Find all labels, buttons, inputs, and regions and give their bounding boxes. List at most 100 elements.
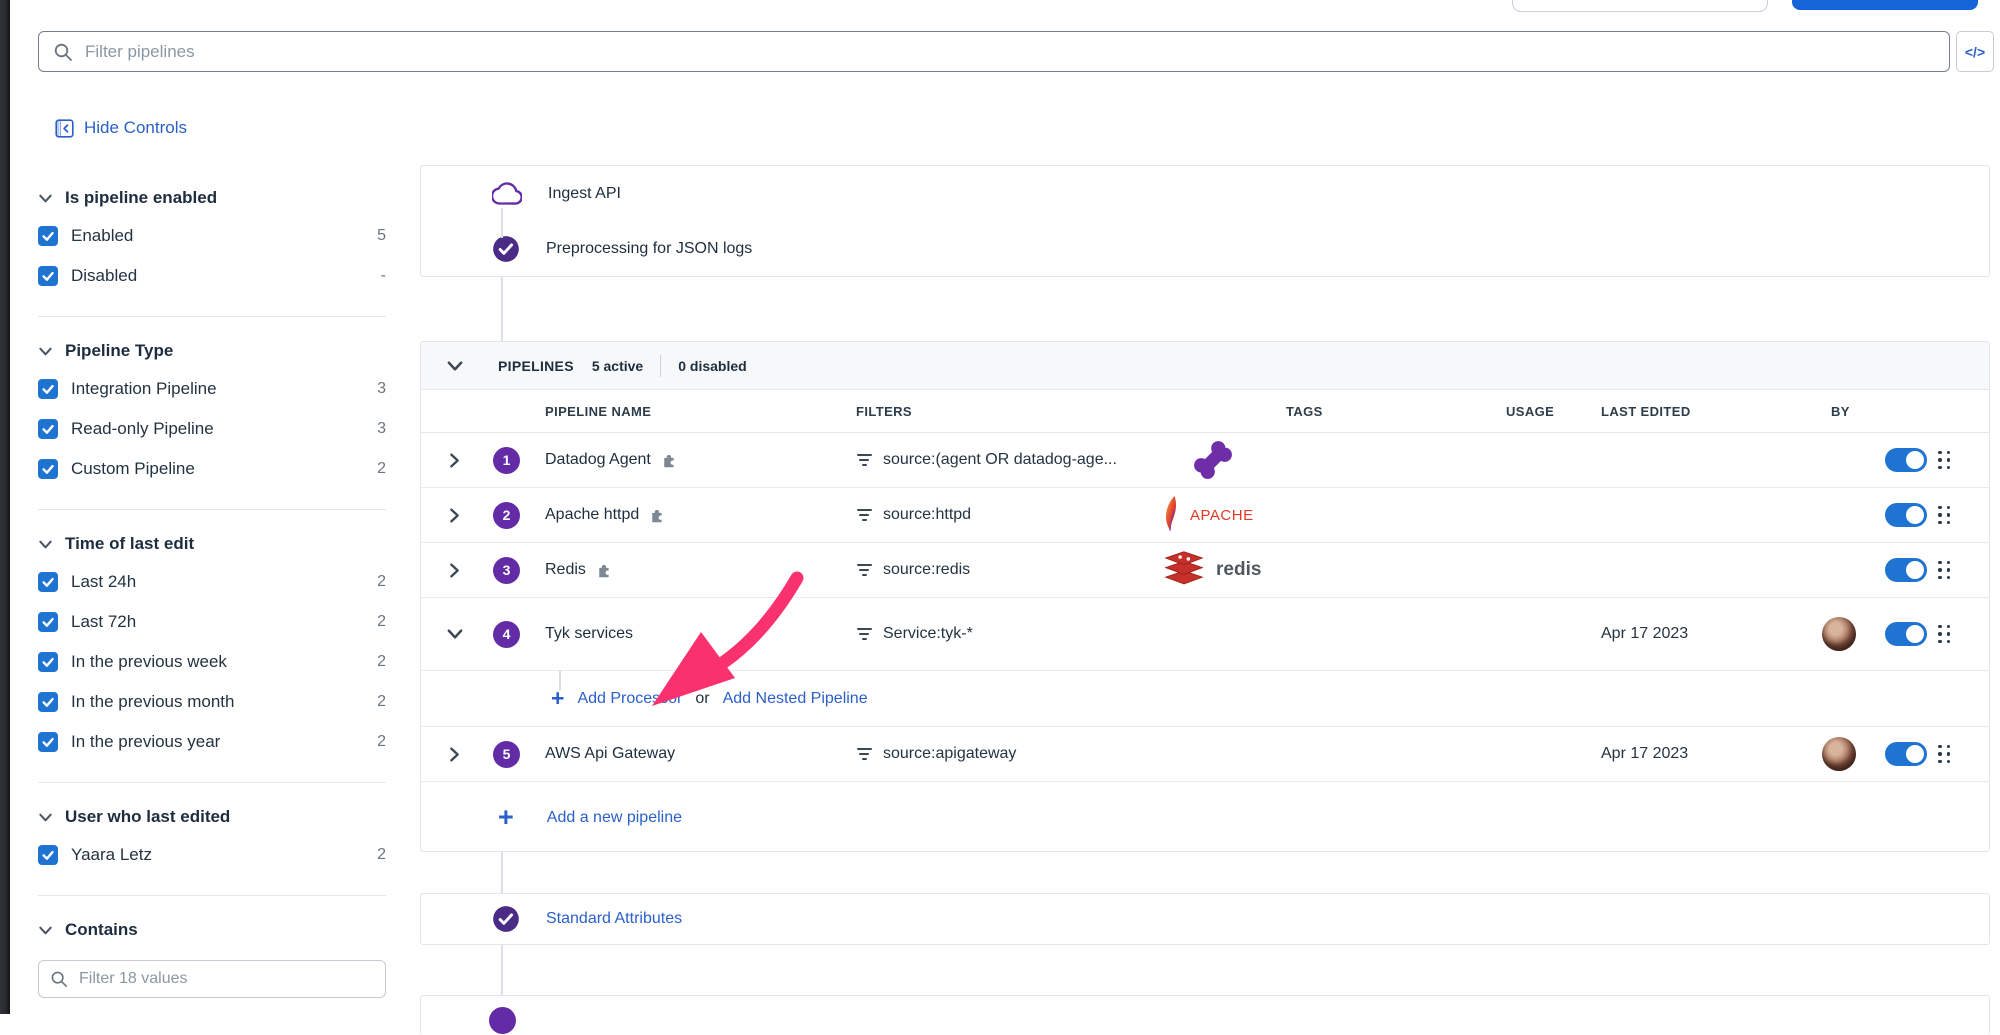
avatar — [1822, 737, 1856, 771]
chevron-right-icon[interactable] — [446, 746, 493, 763]
checkbox-checked-icon[interactable] — [38, 226, 58, 246]
header-divider — [660, 355, 661, 377]
chevron-down-icon[interactable] — [446, 357, 468, 375]
search-input[interactable] — [83, 41, 1935, 63]
checkbox-checked-icon[interactable] — [38, 459, 58, 479]
checkbox-checked-icon[interactable] — [38, 845, 58, 865]
drag-handle-icon[interactable] — [1938, 745, 1989, 764]
filter-option-label: In the previous month — [71, 692, 377, 712]
preprocessing-row[interactable]: Preprocessing for JSON logs — [421, 221, 1989, 276]
pipeline-name[interactable]: Apache httpd — [545, 506, 639, 524]
filter-option[interactable]: Enabled5 — [38, 216, 386, 256]
filter-section: User who last edited Yaara Letz2 — [38, 783, 386, 896]
chevron-right-icon[interactable] — [446, 452, 493, 469]
code-view-button[interactable]: </> — [1956, 31, 1994, 72]
pipeline-name[interactable]: AWS Api Gateway — [545, 745, 675, 763]
filter-option-count: 2 — [377, 693, 386, 711]
pipeline-enabled-toggle[interactable] — [1885, 558, 1927, 582]
preprocessing-label: Preprocessing for JSON logs — [546, 240, 752, 258]
plus-icon[interactable]: + — [498, 804, 514, 831]
column-header-by: BY — [1811, 404, 1881, 419]
drag-handle-icon[interactable] — [1938, 506, 1989, 525]
checkbox-checked-icon[interactable] — [38, 612, 58, 632]
pipeline-enabled-toggle[interactable] — [1885, 742, 1927, 766]
checkbox-checked-icon[interactable] — [38, 572, 58, 592]
datadog-bone-icon — [1188, 437, 1238, 483]
filter-option[interactable]: In the previous week2 — [38, 642, 386, 682]
chevron-down-icon[interactable] — [446, 625, 493, 643]
drag-handle-icon[interactable] — [1938, 625, 1989, 644]
checkbox-checked-icon[interactable] — [38, 379, 58, 399]
filter-query: source:httpd — [883, 506, 971, 524]
chevron-down-icon[interactable] — [38, 537, 53, 552]
filter-option[interactable]: Integration Pipeline3 — [38, 369, 386, 409]
filter-section: Contains — [38, 896, 386, 1018]
filter-section-header[interactable]: Is pipeline enabled — [38, 180, 386, 216]
pipeline-enabled-toggle[interactable] — [1885, 622, 1927, 646]
filter-option-count: 2 — [377, 613, 386, 631]
avatar — [1822, 617, 1856, 651]
filter-section-title: Contains — [65, 920, 138, 940]
checkbox-checked-icon[interactable] — [38, 652, 58, 672]
chevron-right-icon[interactable] — [446, 562, 493, 579]
chevron-down-icon[interactable] — [38, 344, 53, 359]
top-right-input-partial[interactable] — [1512, 0, 1768, 12]
filter-option[interactable]: Disabled- — [38, 256, 386, 296]
filter-option[interactable]: In the previous year2 — [38, 722, 386, 762]
filter-option-label: Enabled — [71, 226, 377, 246]
chevron-down-icon[interactable] — [38, 810, 53, 825]
table-column-header: PIPELINE NAMEFILTERSTAGSUSAGELAST EDITED… — [421, 390, 1989, 433]
flow-connector-segment — [501, 208, 503, 238]
checkbox-checked-icon[interactable] — [38, 266, 58, 286]
chevron-down-icon[interactable] — [38, 923, 53, 938]
pipelines-card: PIPELINES 5 active 0 disabled PIPELINE N… — [420, 341, 1990, 852]
pipelines-search-bar[interactable] — [38, 31, 1950, 72]
add-processor-row: + Add Processor or Add Nested Pipeline — [421, 671, 1989, 727]
pipeline-name[interactable]: Redis — [545, 561, 586, 579]
filter-section-header[interactable]: Contains — [38, 912, 386, 948]
pipeline-order-badge: 2 — [493, 502, 520, 529]
add-nested-pipeline-link[interactable]: Add Nested Pipeline — [723, 690, 868, 708]
pipeline-enabled-toggle[interactable] — [1885, 503, 1927, 527]
filter-funnel-icon — [856, 748, 872, 760]
apache-feather-icon — [1161, 495, 1181, 535]
contains-filter-input[interactable] — [77, 969, 374, 989]
chevron-down-icon[interactable] — [38, 191, 53, 206]
filter-section: Time of last editLast 24h2Last 72h2In th… — [38, 510, 386, 783]
filter-section-header[interactable]: Time of last edit — [38, 526, 386, 562]
filter-section-title: Pipeline Type — [65, 341, 173, 361]
pipeline-name[interactable]: Datadog Agent — [545, 451, 651, 469]
checkbox-checked-icon[interactable] — [38, 419, 58, 439]
pipeline-enabled-toggle[interactable] — [1885, 448, 1927, 472]
pipeline-order-badge: 4 — [493, 621, 520, 648]
standard-attributes-link[interactable]: Standard Attributes — [546, 910, 682, 928]
filter-option[interactable]: In the previous month2 — [38, 682, 386, 722]
filter-section-header[interactable]: User who last edited — [38, 799, 386, 835]
checkbox-checked-icon[interactable] — [38, 692, 58, 712]
filter-option-label: Last 72h — [71, 612, 377, 632]
filter-option[interactable]: Yaara Letz2 — [38, 835, 386, 875]
contains-filter-box[interactable] — [38, 960, 386, 998]
filter-option[interactable]: Read-only Pipeline3 — [38, 409, 386, 449]
column-header-tags: TAGS — [1161, 404, 1486, 419]
filter-section-title: User who last edited — [65, 807, 230, 827]
checkbox-checked-icon[interactable] — [38, 732, 58, 752]
drag-handle-icon[interactable] — [1938, 561, 1989, 580]
filter-option[interactable]: Custom Pipeline2 — [38, 449, 386, 489]
drag-handle-icon[interactable] — [1938, 451, 1989, 470]
filter-section-header[interactable]: Pipeline Type — [38, 333, 386, 369]
chevron-right-icon[interactable] — [446, 507, 493, 524]
add-new-pipeline-link[interactable]: Add a new pipeline — [547, 809, 682, 827]
pipeline-name[interactable]: Tyk services — [545, 625, 633, 643]
search-icon — [50, 970, 68, 988]
plus-icon[interactable]: + — [551, 687, 564, 710]
hide-controls-button[interactable]: Hide Controls — [55, 118, 187, 138]
filter-option[interactable]: Last 72h2 — [38, 602, 386, 642]
filter-option-count: 2 — [377, 573, 386, 591]
filter-option[interactable]: Last 24h2 — [38, 562, 386, 602]
add-processor-link[interactable]: Add Processor — [577, 690, 682, 708]
column-header-filters: FILTERS — [856, 404, 1161, 419]
left-nav-rail — [0, 0, 10, 1014]
top-right-primary-button-partial[interactable] — [1792, 0, 1978, 10]
add-new-pipeline-row[interactable]: + Add a new pipeline — [421, 782, 1989, 853]
